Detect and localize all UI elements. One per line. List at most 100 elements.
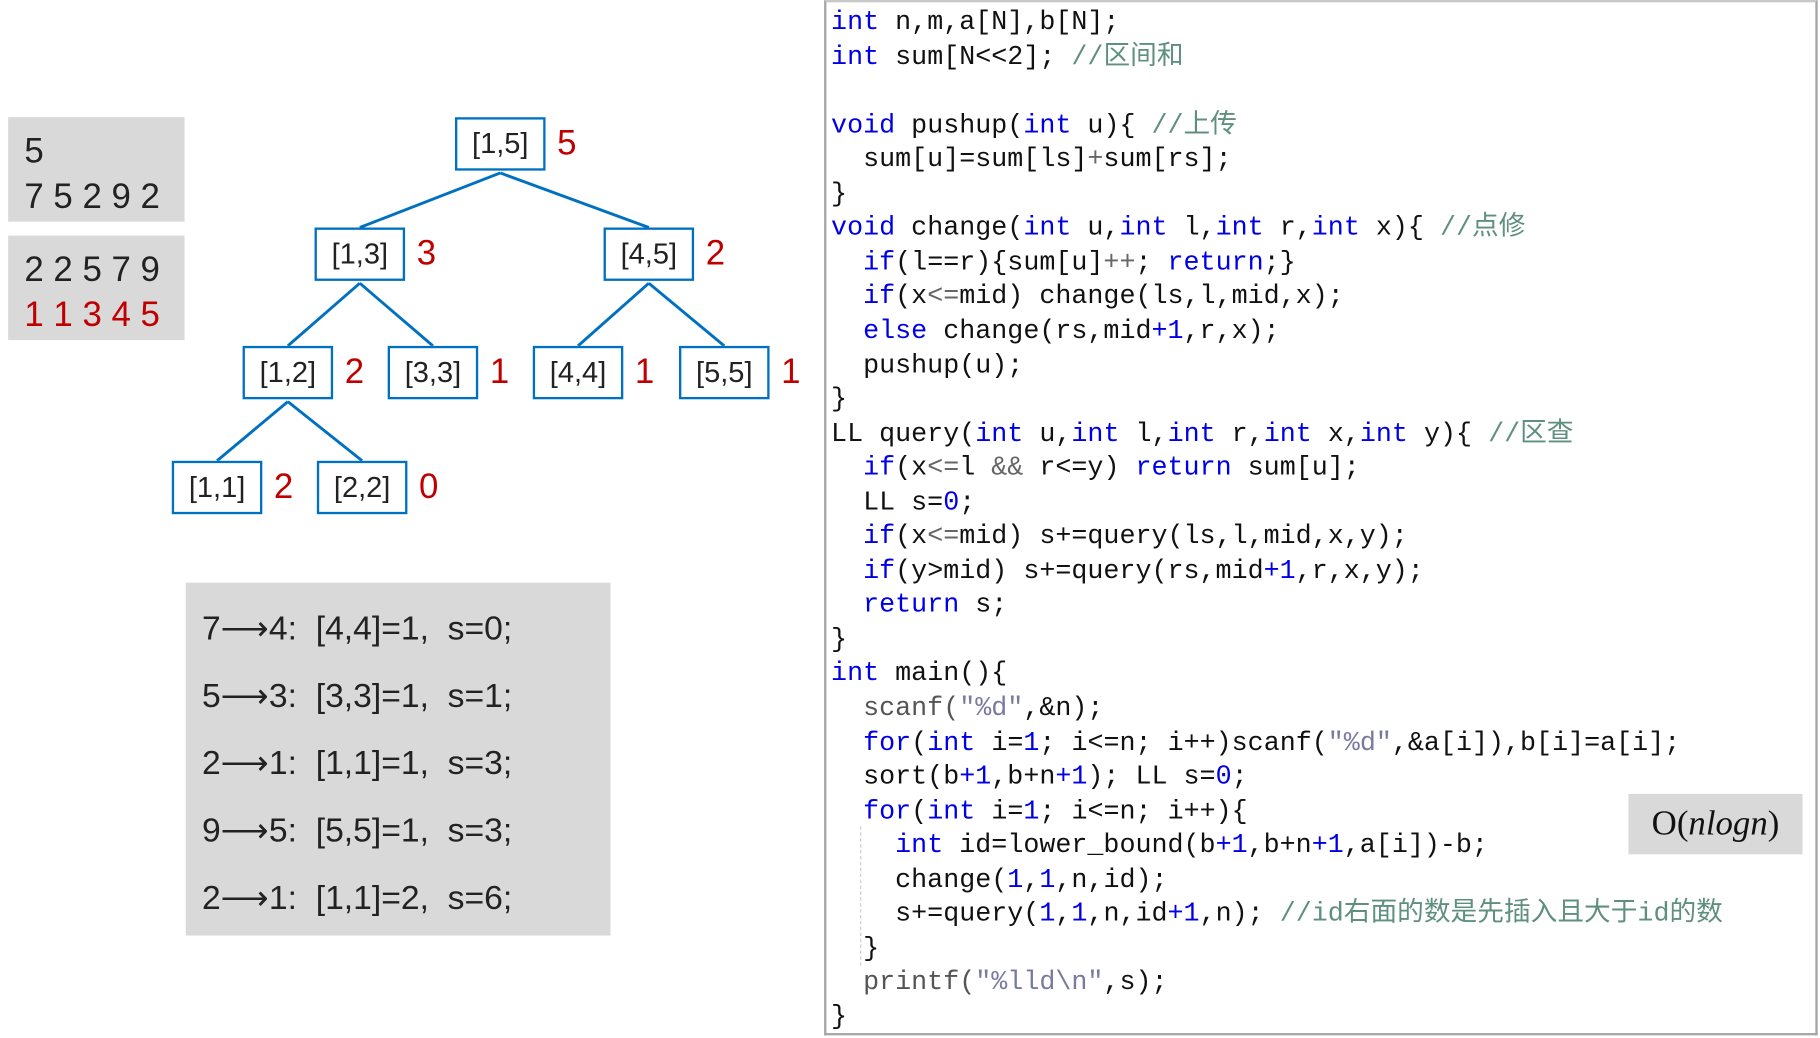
code-token: } bbox=[831, 933, 880, 964]
code-token: int bbox=[1215, 212, 1264, 243]
code-token: int bbox=[1359, 418, 1408, 449]
tree-node-count: 5 bbox=[557, 124, 577, 163]
code-token: int bbox=[1071, 418, 1120, 449]
tree-edge bbox=[358, 282, 434, 347]
code-line: pushup(u); bbox=[831, 349, 1023, 383]
code-token: r, bbox=[1263, 212, 1312, 243]
code-token: } bbox=[831, 624, 848, 655]
complexity-label: O(nlogn) bbox=[1628, 793, 1803, 855]
code-token: ; i<=n; i++){ bbox=[1039, 795, 1248, 827]
code-token: sum[u]; bbox=[1231, 452, 1360, 484]
code-token: +1 bbox=[959, 761, 992, 792]
tree-node: [5,5] bbox=[679, 345, 770, 400]
code-token: int bbox=[1119, 212, 1168, 243]
code-token: int bbox=[1023, 212, 1072, 243]
code-line: } bbox=[831, 623, 847, 657]
code-token: } bbox=[831, 1001, 848, 1032]
code-token: ,n,id); bbox=[1055, 864, 1168, 895]
code-line: if(l==r){sum[u]++; return;} bbox=[831, 246, 1296, 280]
code-line: } bbox=[831, 383, 847, 417]
code-token: return bbox=[863, 590, 960, 621]
code-token: u, bbox=[1023, 418, 1072, 449]
code-token: 0 bbox=[1215, 761, 1232, 792]
tree-node-count: 1 bbox=[634, 352, 655, 392]
code-token: "%lld\n" bbox=[975, 967, 1104, 998]
tree-node: [3,3] bbox=[387, 345, 479, 400]
code-token: ,&a[i]),b[i]=a[i]; bbox=[1391, 727, 1681, 758]
code-token: ; bbox=[1231, 761, 1248, 792]
code-token: ,a[i])-b; bbox=[1343, 830, 1488, 861]
tree-node: [4,4] bbox=[532, 345, 624, 400]
tree-edge bbox=[577, 282, 650, 347]
tree-edge bbox=[359, 171, 501, 229]
code-token: 1 bbox=[1023, 727, 1040, 758]
code-token: i= bbox=[975, 795, 1024, 827]
tree-node-count: 1 bbox=[781, 352, 801, 392]
code-token: +1 bbox=[1263, 555, 1296, 586]
code-line: } bbox=[831, 932, 879, 966]
code-line: change(1,1,n,id); bbox=[831, 863, 1167, 897]
code-token: void bbox=[831, 109, 896, 141]
code-token: int bbox=[831, 41, 880, 72]
code-token: int bbox=[927, 727, 976, 758]
steps-box: 7⟶4: [4,4]=1, s=0; 5⟶3: [3,3]=1, s=1; 2⟶… bbox=[185, 582, 611, 936]
code-token: +1 bbox=[1215, 830, 1248, 861]
code-token: ,r,x,y); bbox=[1295, 555, 1424, 586]
tree-edge bbox=[216, 400, 289, 462]
code-token: sum[u]=sum[ls] bbox=[831, 144, 1088, 175]
code-line: void pushup(int u){ //上传 bbox=[831, 109, 1237, 143]
code-token: s; bbox=[959, 590, 1008, 621]
code-line: sum[u]=sum[ls]+sum[rs]; bbox=[831, 143, 1232, 177]
code-token: 1 bbox=[1007, 864, 1024, 895]
code-token: n,m,a[N],b[N]; bbox=[879, 6, 1120, 38]
code-token: u){ bbox=[1071, 109, 1152, 141]
code-token: l, bbox=[1119, 418, 1168, 449]
code-token: 0 bbox=[943, 487, 960, 518]
code-token: if bbox=[863, 555, 896, 586]
code-line: s+=query(1,1,n,id+1,n); //id右面的数是先插入且大于i… bbox=[831, 898, 1723, 932]
code-line: void change(int u,int l,int r,int x){ //… bbox=[831, 212, 1525, 246]
code-token: //区间和 bbox=[1071, 41, 1184, 72]
tree-node: [1,3] bbox=[314, 227, 406, 281]
code-token: for bbox=[863, 795, 912, 827]
code-token: LL query( bbox=[831, 418, 976, 449]
code-token: mid) s+=query(ls,l,mid,x,y); bbox=[959, 521, 1408, 552]
code-line: if(x<=mid) change(ls,l,mid,x); bbox=[831, 280, 1344, 314]
code-token: id=lower_bound(b bbox=[943, 830, 1216, 861]
code-token: pushup( bbox=[895, 109, 1024, 141]
code-token: int bbox=[831, 658, 880, 689]
tree-node: [4,5] bbox=[603, 227, 695, 281]
code-token: ; bbox=[1135, 247, 1168, 278]
code-line: return s; bbox=[831, 589, 1007, 623]
code-token: l bbox=[959, 452, 992, 484]
code-token: int bbox=[1023, 109, 1072, 141]
tree-edge bbox=[286, 400, 364, 462]
code-token: 1 bbox=[1039, 864, 1056, 895]
code-line: int n,m,a[N],b[N]; bbox=[831, 6, 1119, 40]
code-line: if(x<=l && r<=y) return sum[u]; bbox=[831, 452, 1360, 486]
code-token: ,b+n bbox=[991, 761, 1056, 792]
tree-edge bbox=[647, 282, 726, 348]
code-token: i= bbox=[975, 727, 1024, 758]
complexity-italic: nlogn bbox=[1688, 804, 1768, 843]
code-token: (x bbox=[895, 521, 928, 552]
code-token: +1 bbox=[1151, 315, 1184, 346]
code-token: //上传 bbox=[1151, 109, 1237, 141]
code-token: ); LL s= bbox=[1087, 761, 1216, 792]
code-token: } bbox=[831, 384, 848, 415]
code-token: int bbox=[1263, 418, 1312, 449]
code-line: if(x<=mid) s+=query(ls,l,mid,x,y); bbox=[831, 520, 1408, 554]
code-token: ,r,x); bbox=[1183, 315, 1280, 346]
code-token: <= bbox=[927, 521, 960, 552]
code-token: 1 bbox=[1039, 898, 1056, 929]
tree-node: [1,2] bbox=[242, 345, 334, 400]
tree-node-count: 1 bbox=[489, 352, 510, 392]
code-token: "%d" bbox=[959, 692, 1024, 724]
code-token: "%d" bbox=[1327, 727, 1392, 758]
code-token: ,b+n bbox=[1247, 830, 1312, 861]
code-token: ( bbox=[911, 795, 928, 827]
code-token: <= bbox=[927, 452, 960, 484]
